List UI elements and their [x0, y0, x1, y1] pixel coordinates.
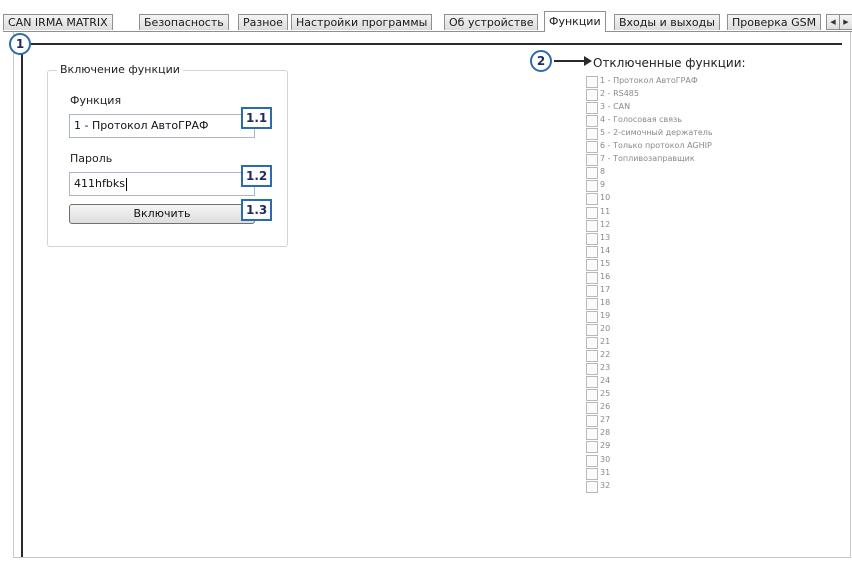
checkbox[interactable]	[586, 454, 598, 467]
disabled-function-label: 30	[600, 454, 611, 464]
disabled-function-label: 6 - Только протокол AGHIP	[600, 141, 712, 151]
disabled-function-label: 21	[600, 337, 611, 346]
checkbox[interactable]	[586, 376, 598, 389]
disabled-function-label: 12	[600, 219, 611, 229]
chevron-right-icon[interactable]: ▶	[839, 14, 852, 30]
disabled-function-label: 25	[600, 389, 611, 399]
checkbox[interactable]	[586, 141, 598, 154]
tab-strip: CAN IRMA MATRIX Безопасность Разное Наст…	[3, 11, 852, 32]
password-field[interactable]: 411hfbks	[69, 172, 255, 196]
disabled-function-label: 22	[600, 350, 611, 360]
disabled-function-label: 18	[600, 297, 611, 307]
checkbox[interactable]	[586, 128, 598, 141]
tab-inputs-outputs[interactable]: Входы и выходы	[614, 14, 720, 30]
disabled-function-label: 15	[600, 258, 611, 268]
checkbox[interactable]	[586, 245, 598, 258]
checkbox[interactable]	[586, 271, 598, 284]
disabled-function-label: 27	[600, 415, 611, 425]
callout-1-2-badge: 1.2	[241, 165, 273, 187]
tab-can-irma-matrix[interactable]: CAN IRMA MATRIX	[3, 14, 113, 30]
checkbox[interactable]	[586, 402, 598, 415]
checkbox[interactable]	[586, 193, 598, 206]
tab-misc[interactable]: Разное	[238, 14, 288, 30]
checkbox[interactable]	[586, 284, 598, 297]
disabled-function-label: 7 - Топливозаправщик	[600, 154, 695, 164]
callout-1-1-badge: 1.1	[241, 107, 273, 129]
tab-functions[interactable]: Функции	[544, 11, 606, 32]
checkbox[interactable]	[586, 324, 598, 336]
password-value: 411hfbks	[74, 177, 125, 190]
checkbox[interactable]	[586, 167, 598, 180]
checkbox[interactable]	[586, 415, 598, 428]
enable-function-group-title: Включение функции	[57, 63, 183, 76]
callout-1-3-badge: 1.3	[241, 199, 273, 221]
disabled-function-label: 23	[600, 363, 611, 373]
text-caret	[125, 177, 127, 191]
disabled-function-label: 1 - Протокол АвтоГРАФ	[600, 76, 698, 85]
disabled-function-label: 28	[600, 428, 611, 438]
tab-security[interactable]: Безопасность	[139, 14, 229, 30]
callout-1-badge: 1	[9, 33, 31, 55]
tab-about-device[interactable]: Об устройстве	[444, 14, 539, 30]
callout-1-line-vertical	[21, 34, 23, 557]
checkbox[interactable]	[586, 363, 598, 376]
function-label: Функция	[70, 94, 122, 107]
disabled-function-label: 9	[600, 180, 606, 190]
checkbox[interactable]	[586, 232, 598, 245]
disabled-function-label: 17	[600, 284, 611, 294]
callout-2-badge: 2	[530, 50, 552, 72]
checkbox[interactable]	[586, 180, 598, 193]
checkbox[interactable]	[586, 89, 598, 101]
disabled-function-label: 14	[600, 245, 611, 255]
checkbox[interactable]	[586, 337, 598, 349]
checkbox[interactable]	[586, 350, 598, 363]
checkbox[interactable]	[586, 102, 598, 115]
disabled-function-label: 3 - CAN	[600, 102, 631, 112]
tab-gsm-check[interactable]: Проверка GSM	[727, 14, 822, 30]
tab-program-settings[interactable]: Настройки программы	[291, 14, 433, 30]
checkbox[interactable]	[586, 206, 598, 219]
disabled-function-label: 10	[600, 193, 611, 203]
disabled-function-label: 32	[600, 480, 611, 490]
callout-2-arrow-line	[554, 60, 586, 62]
checkbox[interactable]	[586, 219, 598, 232]
disabled-function-label: 8	[600, 167, 606, 177]
checkbox[interactable]	[586, 310, 598, 323]
enable-button[interactable]: Включить	[69, 204, 255, 224]
checkbox[interactable]	[586, 480, 598, 493]
disabled-function-label: 31	[600, 467, 611, 477]
tab-scroll-arrows: ◀ ▶	[826, 14, 852, 30]
disabled-function-label: 26	[600, 402, 611, 412]
arrow-right-icon	[584, 56, 592, 66]
function-field[interactable]: 1 - Протокол АвтоГРАФ	[69, 114, 255, 138]
disabled-functions-title: Отключенные функции:	[593, 56, 746, 70]
callout-1-line-horizontal	[21, 43, 842, 45]
checkbox[interactable]	[586, 467, 598, 480]
disabled-function-label: 5 - 2-симочный держатель	[600, 128, 713, 138]
disabled-function-label: 29	[600, 441, 611, 451]
checkbox[interactable]	[586, 258, 598, 271]
checkbox[interactable]	[586, 428, 598, 441]
password-label: Пароль	[70, 152, 113, 165]
chevron-left-icon[interactable]: ◀	[826, 14, 840, 30]
checkbox[interactable]	[586, 441, 598, 454]
disabled-function-label: 13	[600, 232, 611, 242]
disabled-function-label: 19	[600, 310, 611, 320]
disabled-function-label: 2 - RS485	[600, 89, 639, 98]
disabled-function-label: 4 - Голосовая связь	[600, 115, 683, 125]
disabled-function-label: 11	[600, 206, 611, 216]
disabled-function-label: 24	[600, 376, 611, 386]
checkbox[interactable]	[586, 154, 598, 167]
checkbox[interactable]	[586, 76, 598, 88]
checkbox[interactable]	[586, 297, 598, 310]
disabled-function-label: 20	[600, 324, 611, 333]
checkbox[interactable]	[586, 115, 598, 128]
disabled-function-label: 16	[600, 271, 611, 281]
checkbox[interactable]	[586, 389, 598, 402]
